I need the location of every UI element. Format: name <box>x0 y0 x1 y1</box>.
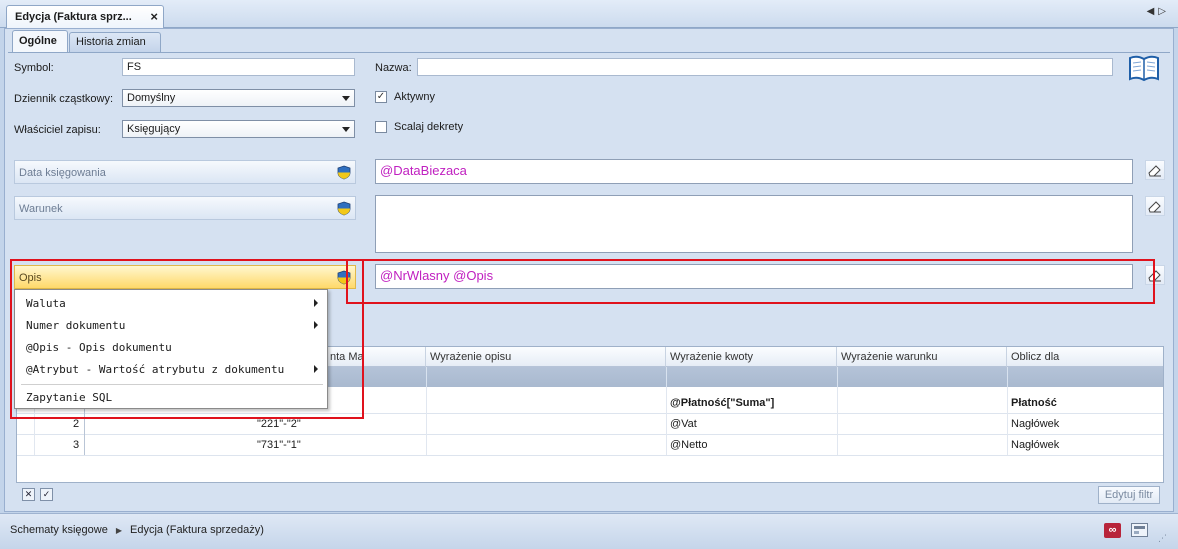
grid-filter-sep <box>666 367 667 387</box>
row-wyrazenie-kwoty: @Vat <box>670 418 697 430</box>
grid-filter-sep <box>837 367 838 387</box>
dziennik-combo[interactable]: Domyślny <box>122 89 355 107</box>
book-icon[interactable] <box>1128 53 1160 83</box>
scroll-left-icon[interactable]: ◀ <box>1147 6 1159 17</box>
row-oblicz-dla: Nagłówek <box>1011 439 1060 451</box>
wlasciciel-value: Księgujący <box>127 123 181 135</box>
resize-grip-icon[interactable]: ⋰ <box>1158 533 1170 545</box>
tab-ogolne-label: Ogólne <box>19 35 57 47</box>
row-oblicz-dla: Nagłówek <box>1011 418 1060 430</box>
symbol-input[interactable]: FS <box>122 58 355 76</box>
warunek-expression[interactable] <box>375 195 1133 253</box>
grid-header-wyrazenie-kwoty[interactable]: Wyrażenie kwoty <box>666 347 837 367</box>
tabs-divider <box>8 52 1170 53</box>
aktywny-label: Aktywny <box>394 91 435 103</box>
tab-navigation: ◀▷ <box>1147 6 1170 17</box>
highlight-box-opis-menu <box>10 259 364 419</box>
tab-historia-label: Historia zmian <box>76 36 146 48</box>
tab-historia-zmian[interactable]: Historia zmian <box>69 32 161 52</box>
grid-header-wyrazenie-warunku[interactable]: Wyrażenie warunku <box>837 347 1007 367</box>
nazwa-input[interactable] <box>417 58 1113 76</box>
breadcrumb-item-schematy[interactable]: Schematy księgowe <box>10 524 108 536</box>
shield-icon <box>337 201 351 216</box>
row-konto-ma: "221"-"2" <box>257 418 301 430</box>
highlight-box-opis-expression <box>346 259 1155 304</box>
grid-column-line <box>837 387 838 455</box>
row-oblicz-dla: Płatność <box>1011 397 1057 409</box>
wlasciciel-combo[interactable]: Księgujący <box>122 120 355 138</box>
grid-header-wyrazenie-opisu[interactable]: Wyrażenie opisu <box>426 347 666 367</box>
shield-icon <box>337 165 351 180</box>
grid-column-line <box>666 387 667 455</box>
grid-filter-sep <box>1007 367 1008 387</box>
warunek-button[interactable]: Warunek <box>14 196 356 220</box>
scalaj-label: Scalaj dekrety <box>394 121 464 133</box>
scroll-right-icon[interactable]: ▷ <box>1158 6 1170 17</box>
filter-enabled-checkbox[interactable]: ✓ <box>40 488 53 501</box>
table-row[interactable]: 3 "731"-"1" @Netto Nagłówek <box>17 435 1163 456</box>
edit-filter-button[interactable]: Edytuj filtr <box>1098 486 1160 504</box>
grid-column-line <box>1007 387 1008 455</box>
row-wyrazenie-kwoty: @Netto <box>670 439 708 451</box>
breadcrumb: Schematy księgowe ▶ Edycja (Faktura sprzed… <box>10 524 264 536</box>
grid-footer: ✕ ✓ Edytuj filtr <box>16 484 1164 506</box>
dropdown-arrow-icon <box>342 96 350 101</box>
status-bar: Schematy księgowe ▶ Edycja (Faktura sprzed… <box>0 513 1178 549</box>
breadcrumb-item-edycja[interactable]: Edycja (Faktura sprzedaży) <box>130 524 264 536</box>
data-ksiegowania-button[interactable]: Data księgowania <box>14 160 356 184</box>
data-ksiegowania-expression[interactable]: @DataBiezaca <box>375 159 1133 184</box>
row-wyrazenie-kwoty: @Płatność["Suma"] <box>670 397 775 409</box>
data-ksiegowania-label: Data księgowania <box>19 167 106 179</box>
nazwa-label: Nazwa: <box>375 62 412 74</box>
document-tabstrip <box>0 0 1178 28</box>
close-icon[interactable]: × <box>150 9 158 24</box>
wlasciciel-label: Właściciel zapisu: <box>14 124 101 136</box>
grid-column-line <box>426 387 427 455</box>
aktywny-checkbox[interactable]: ✓ <box>375 91 387 103</box>
dziennik-label: Dziennik cząstkowy: <box>14 93 114 105</box>
eraser-icon[interactable] <box>1145 196 1165 216</box>
symbol-label: Symbol: <box>14 62 54 74</box>
row-num: 2 <box>73 418 80 430</box>
dziennik-value: Domyślny <box>127 92 176 104</box>
document-tab[interactable]: Edycja (Faktura sprz... × <box>6 5 164 29</box>
dropdown-arrow-icon <box>342 127 350 132</box>
row-num: 3 <box>73 439 80 451</box>
breadcrumb-separator-icon: ▶ <box>115 526 122 535</box>
grid-filter-sep <box>426 367 427 387</box>
clear-filter-icon[interactable]: ✕ <box>22 488 35 501</box>
tab-ogolne[interactable]: Ogólne <box>12 30 68 53</box>
eraser-icon[interactable] <box>1145 160 1165 180</box>
warunek-label: Warunek <box>19 203 63 215</box>
window-layout-icon[interactable] <box>1131 523 1148 537</box>
row-konto-ma: "731"-"1" <box>257 439 301 451</box>
scalaj-checkbox[interactable] <box>375 121 387 133</box>
document-tab-title: Edycja (Faktura sprz... <box>15 11 132 23</box>
infinity-icon[interactable]: ∞ <box>1104 523 1121 538</box>
grid-header-oblicz-dla[interactable]: Oblicz dla <box>1007 347 1163 367</box>
